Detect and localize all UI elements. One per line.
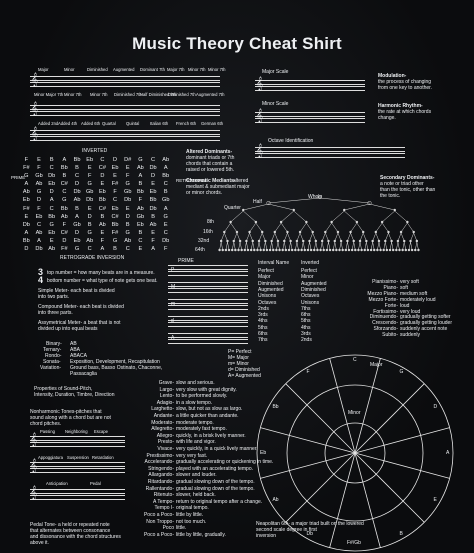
circle-key-label: Bb [272,403,279,410]
circle-key-label: G [399,369,404,376]
circle-key-label: Db [306,530,313,537]
shirt-background: Music Theory Cheat Shirt Major Minor Dim… [0,0,474,553]
circle-major-label: Major [370,362,383,368]
circle-key-label: B [399,530,403,537]
circle-minor-label: Minor [348,410,361,416]
circle-key-label: C [353,357,357,363]
circle-key-label: D [433,403,438,410]
circle-key-label: A [446,450,450,456]
circle-key-label: Ab [272,496,279,503]
circle-key-label: F#/Gb [347,540,361,546]
circle-key-label: F [306,369,310,376]
circle-key-label: E [433,496,437,503]
circle-key-label: Eb [260,450,267,456]
circle-of-fifths [256,354,454,552]
